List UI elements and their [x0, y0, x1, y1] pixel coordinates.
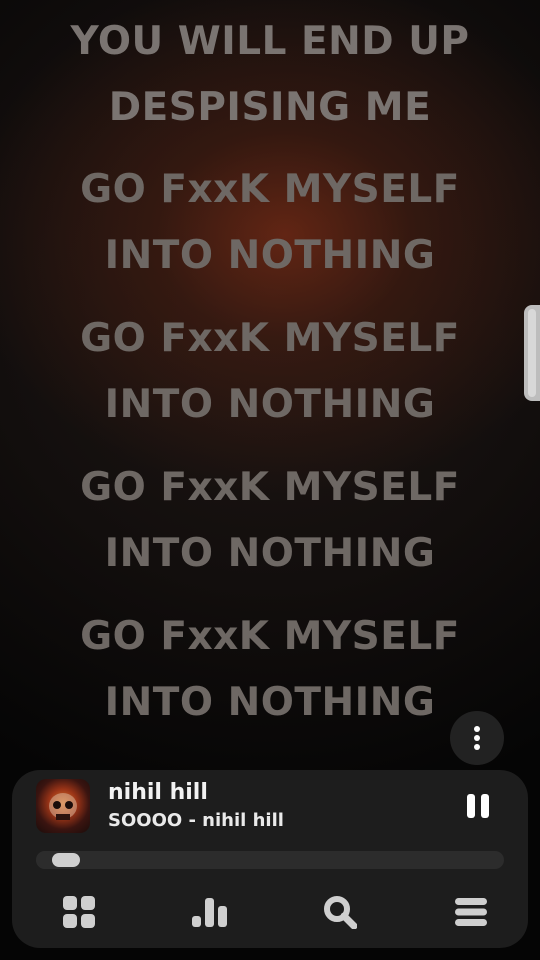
- pause-icon: [467, 794, 489, 818]
- bottom-nav: [12, 884, 528, 940]
- nav-search[interactable]: [321, 893, 359, 931]
- lyric-line: GO FxxK MYSELF: [80, 167, 460, 212]
- lyric-line: YOU WILL END UP: [70, 19, 470, 64]
- skull-art-icon: [49, 793, 77, 820]
- progress-knob[interactable]: [52, 853, 81, 867]
- track-subtitle: SOOOO - nihil hill: [108, 810, 284, 831]
- nav-home[interactable]: [60, 893, 98, 931]
- scrollbar-thumb[interactable]: [524, 305, 540, 401]
- lyric-line: INTO NOTHING: [104, 531, 436, 576]
- nav-queue[interactable]: [452, 893, 490, 931]
- lyrics-screen: YOU WILL END UP DESPISING ME GO FxxK MYS…: [0, 0, 540, 960]
- lyric-line: GO FxxK MYSELF: [80, 465, 460, 510]
- more-vertical-icon: [474, 726, 480, 750]
- search-icon: [324, 896, 358, 929]
- menu-icon: [454, 898, 487, 926]
- mini-player[interactable]: nihil hill SOOOO - nihil hill: [12, 770, 528, 948]
- album-art[interactable]: [36, 779, 90, 833]
- bar-chart-icon: [191, 898, 227, 927]
- progress-bar[interactable]: [36, 851, 504, 869]
- lyric-line: INTO NOTHING: [104, 382, 436, 427]
- lyric-line: GO FxxK MYSELF: [80, 614, 460, 659]
- lyric-line: GO FxxK MYSELF: [80, 316, 460, 361]
- lyric-line: DESPISING ME: [108, 85, 432, 130]
- grid-icon: [63, 896, 95, 928]
- track-title: nihil hill: [108, 780, 208, 805]
- nav-charts[interactable]: [191, 893, 229, 931]
- lyric-line: INTO NOTHING: [104, 233, 436, 278]
- pause-button[interactable]: [462, 790, 494, 822]
- more-options-button[interactable]: [450, 711, 504, 765]
